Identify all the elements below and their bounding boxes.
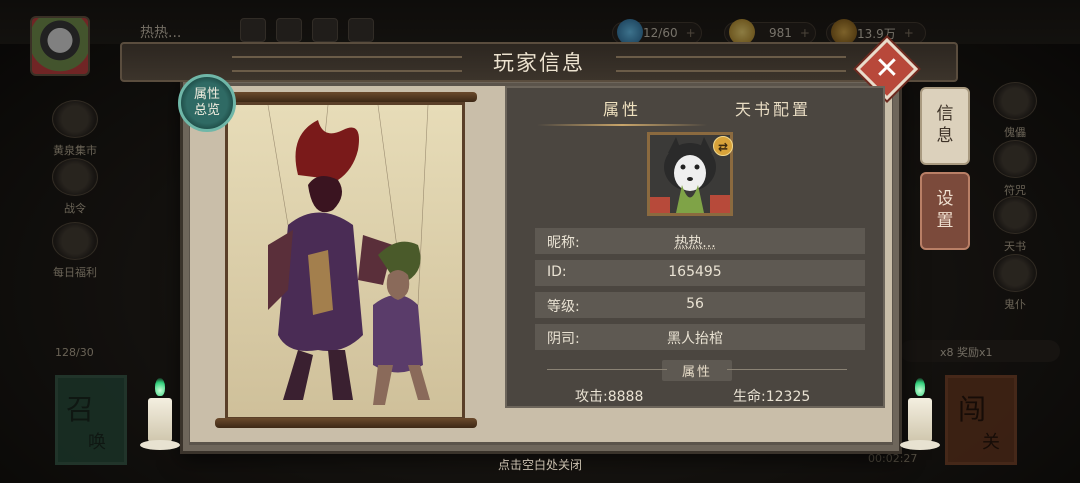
character-painting (225, 102, 465, 420)
level-value: 56 (686, 296, 704, 312)
game-screen: 热热... 12/60 + 981 + 13.9万 + 黄泉集市 战令 每日福利 傀儡… (0, 0, 1080, 483)
candle-left (140, 378, 180, 450)
candle-right (900, 378, 940, 450)
shadow-puppet-illustration (267, 105, 430, 405)
health-stat: 生命:12325 (733, 389, 811, 405)
player-info-modal: 玩家信息 ✕ 属性 总览 属性 天书配置 ⇄ 昵称: 热热... ID: 165… (120, 37, 970, 454)
id-row: ID: 165495 (535, 260, 865, 286)
scroll-rod-top (215, 92, 477, 102)
attributes-heading-label: 属性 (661, 360, 732, 381)
id-value: 165495 (668, 264, 722, 280)
close-icon: ✕ (874, 51, 900, 86)
info-tabs: 属性 天书配置 (507, 88, 887, 126)
close-hint: 点击空白处关闭 (497, 458, 582, 472)
divider (727, 369, 847, 370)
active-tab-indicator (537, 124, 707, 126)
tab-book-config[interactable]: 天书配置 (735, 96, 811, 120)
scroll-rod-bottom (215, 418, 477, 428)
side-tab-info[interactable]: 信 息 (920, 87, 970, 165)
nickname-value: 热热... (674, 235, 716, 251)
camp-row: 阴司: 黑人抬棺 (535, 324, 865, 350)
swap-avatar-icon[interactable]: ⇄ (713, 136, 733, 156)
camp-value: 黑人抬棺 (667, 331, 723, 347)
info-panel: 属性 天书配置 ⇄ 昵称: 热热... ID: 165495 等级: 56 阴司… (505, 86, 885, 408)
attributes-heading: 属性 (507, 360, 887, 381)
level-row: 等级: 56 (535, 292, 865, 318)
side-tab-settings[interactable]: 设 置 (920, 172, 970, 250)
attack-stat: 攻击:8888 (575, 389, 644, 405)
nickname-row: 昵称: 热热... (535, 228, 865, 254)
tab-attributes[interactable]: 属性 (603, 96, 641, 120)
divider (547, 369, 667, 370)
attribute-overview-badge[interactable]: 属性 总览 (178, 74, 236, 132)
modal-title: 玩家信息 (493, 51, 585, 75)
